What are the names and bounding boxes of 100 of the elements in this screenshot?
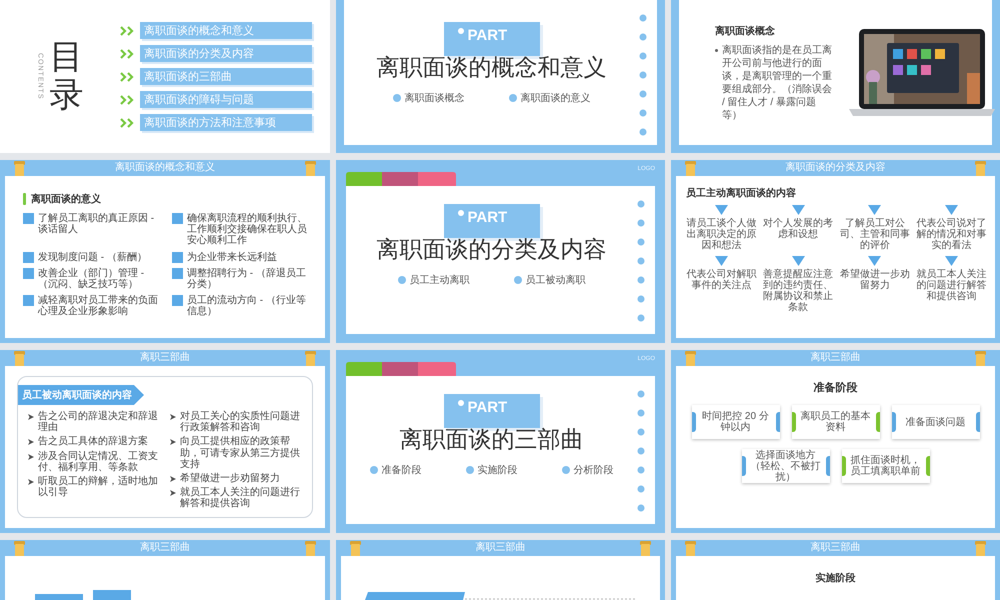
part-text: PART xyxy=(468,400,508,415)
arrow-bullet-icon xyxy=(28,439,34,446)
triangle-icon xyxy=(945,205,958,215)
square-icon xyxy=(172,213,183,224)
triangle-icon xyxy=(792,205,805,215)
list-text: 发现制度问题 - （薪酬） xyxy=(38,252,147,263)
arrow-bullet-icon xyxy=(170,414,176,420)
section-point: 离职面谈的意义 xyxy=(520,92,590,105)
chevron-icon xyxy=(120,72,134,82)
slide-heading: 离职面谈的意义 xyxy=(31,192,101,206)
bullet-dot-icon xyxy=(715,48,718,52)
section-point: 分析阶段 xyxy=(574,464,614,477)
arrow-bullet-icon xyxy=(170,439,176,446)
contents-item: 离职面谈的障碍与问题 xyxy=(140,91,312,108)
square-icon xyxy=(172,268,183,279)
bullet-dot-icon xyxy=(398,276,406,284)
bullet-dot-icon xyxy=(508,94,516,102)
arrow-bullet-icon xyxy=(28,414,34,420)
list-text: 涉及合同认定情况、工资支付、福利享用、等条款 xyxy=(38,450,159,473)
section-point: 准备阶段 xyxy=(382,464,422,477)
chevron-icon xyxy=(120,94,134,104)
section-title: 离职面谈的概念和意义 xyxy=(376,53,606,82)
slide-header: 离职三部曲 xyxy=(810,540,860,555)
section-title: 离职面谈的三部曲 xyxy=(400,425,584,454)
slide-header: 离职三部曲 xyxy=(140,540,190,555)
list-text: 听取员工的辩解，适时地加以引导 xyxy=(38,476,159,498)
list-text: 向员工提供相应的政策帮助，可请专家从第三方提供支持 xyxy=(180,436,301,470)
list-text: 就员工本人关注的问题进行解答和提供咨询 xyxy=(180,487,301,510)
contents-item: 离职面谈的分类及内容 xyxy=(140,45,312,62)
point-text: 了解员工对公司、主管和同事的评价 xyxy=(840,218,910,251)
dot-icon xyxy=(458,28,464,34)
list-text: 减轻离职对员工带来的负面心理及企业形象影响 xyxy=(38,295,159,318)
bullet-dot-icon xyxy=(466,466,474,474)
accent-bar xyxy=(23,193,26,205)
part-text: PART xyxy=(468,28,508,43)
slide-header: 离职三部曲 xyxy=(476,540,526,555)
arrow-bullet-icon xyxy=(28,454,34,460)
dot-icon xyxy=(458,400,464,406)
tag-shape xyxy=(93,590,131,600)
bullet-dot-icon xyxy=(562,466,570,474)
slide-heading: 实施阶段 xyxy=(816,571,856,585)
list-text: 告之公司的辞退决定和辞退理由 xyxy=(38,411,159,434)
list-text: 了解员工离职的真正原因 - 谈话留人 xyxy=(38,213,156,236)
list-text: 改善企业（部门）管理 - （沉闷、缺乏技巧等） xyxy=(38,268,146,290)
bullet-dot-icon xyxy=(514,276,522,284)
dot-icon xyxy=(458,210,464,216)
chevron-icon xyxy=(120,48,134,58)
point-text: 请员工谈个人做出离职决定的原因和想法 xyxy=(686,218,757,251)
part-text: PART xyxy=(468,210,508,225)
triangle-icon xyxy=(945,256,958,266)
contents-item: 离职面谈的方法和注意事项 xyxy=(140,114,312,131)
triangle-icon xyxy=(714,205,728,215)
section-tag: 员工被动离职面谈的内容 xyxy=(18,385,144,405)
stage-text: 时间把控 20 分钟以内 xyxy=(701,411,770,433)
list-text: 员工的流动方向 - （行业等信息） xyxy=(187,295,307,318)
list-text: 告之员工具体的辞退方案 xyxy=(38,436,148,448)
contents-item: 离职面谈的三部曲 xyxy=(140,68,312,85)
point-text: 善意提醒应注意到的违约责任、附属协议和禁止条款 xyxy=(762,269,834,313)
chevron-icon xyxy=(120,118,134,128)
arrow-bullet-icon xyxy=(170,490,176,496)
list-text: 确保离职流程的顺利执行、工作顺利交接确保在职人员安心顺利工作 xyxy=(187,213,308,247)
square-icon xyxy=(23,213,34,224)
point-text: 希望做进一步劝留努力 xyxy=(840,269,910,291)
chevron-icon xyxy=(120,26,134,36)
stage-text: 选择面谈地方（轻松、不被打扰） xyxy=(750,450,822,482)
slide-header: 离职面谈的概念和意义 xyxy=(115,160,215,175)
triangle-icon xyxy=(868,256,882,266)
section-title: 离职面谈的分类及内容 xyxy=(376,235,606,264)
square-icon xyxy=(172,252,183,263)
section-point: 离职面谈概念 xyxy=(404,92,464,105)
point-text: 代表公司说对了解的情况和对事实的看法 xyxy=(916,218,987,251)
bullet-dot-icon xyxy=(392,94,400,102)
point-text: 代表公司对解职事件的关注点 xyxy=(686,269,757,291)
concept-text: 离职面谈指的是在员工离开公司前与他进行的面谈，是离职管理的一个重要组成部分。（消除误会 / 留住人才 / 暴露问题等） xyxy=(722,44,833,122)
square-icon xyxy=(23,252,34,263)
bullet-dot-icon xyxy=(370,466,378,474)
stage-text: 抓住面谈时机，员工填离职单前 xyxy=(850,455,922,477)
list-text: 调整招聘行为 - （辞退员工分类） xyxy=(187,268,307,290)
section-point: 员工被动离职 xyxy=(526,274,586,287)
square-icon xyxy=(23,295,34,306)
slide-header: 离职三部曲 xyxy=(140,350,190,365)
tag-shape xyxy=(35,594,83,600)
section-point: 员工主动离职 xyxy=(410,274,470,287)
slide-heading: 准备阶段 xyxy=(814,380,858,395)
square-icon xyxy=(172,295,183,306)
list-text: 为企业带来长远利益 xyxy=(187,252,277,263)
triangle-icon xyxy=(792,256,805,266)
slide-header: 离职面谈的分类及内容 xyxy=(786,160,886,175)
point-text: 就员工本人关注的问题进行解答和提供咨询 xyxy=(916,269,987,302)
contents-item: 离职面谈的概念和意义 xyxy=(140,22,312,39)
section-point: 实施阶段 xyxy=(478,464,518,477)
list-text: 希望做进一步劝留努力 xyxy=(180,472,280,484)
stage-text: 离职员工的基本资料 xyxy=(800,411,872,433)
square-icon xyxy=(23,268,34,279)
arrow-bullet-icon xyxy=(170,476,176,482)
slide-header: 离职三部曲 xyxy=(810,350,860,365)
list-text: 对员工关心的实质性问题进行政策解答和咨询 xyxy=(180,411,301,434)
triangle-icon xyxy=(714,256,728,266)
contents-title: 目录 xyxy=(50,39,84,114)
point-text: 对个人发展的考虑和设想 xyxy=(762,218,834,240)
